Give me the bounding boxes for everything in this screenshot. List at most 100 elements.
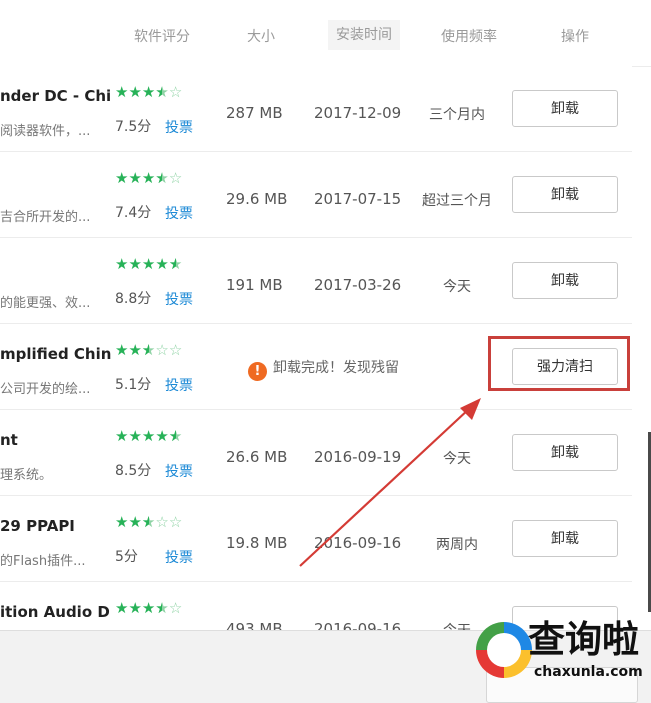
column-header-frequency[interactable]: 使用频率: [441, 26, 497, 46]
star-full-icon: ★: [128, 599, 142, 617]
star-empty-icon: ☆: [168, 169, 183, 187]
rating-score: 5分: [115, 549, 138, 565]
uninstall-button[interactable]: 卸载: [512, 520, 618, 557]
uninstall-status: ! 卸载完成！发现残留: [248, 357, 399, 381]
star-half-icon: ★: [155, 84, 168, 100]
star-empty-icon: ☆: [168, 341, 183, 359]
star-empty-icon: ☆: [155, 341, 169, 359]
vote-link[interactable]: 投票: [165, 289, 193, 309]
software-description: 理系统。: [0, 468, 53, 483]
rating-stars: ★★★★☆: [115, 170, 182, 186]
star-full-icon: ★: [115, 513, 129, 531]
rating-score: 5.1分: [115, 377, 152, 393]
watermark-brand: 查询啦: [528, 618, 639, 661]
star-full-icon: ★: [128, 513, 142, 531]
software-description: 阅读器软件，...: [0, 124, 91, 139]
star-full-icon: ★: [115, 341, 129, 359]
star-full-icon: ★: [128, 427, 142, 445]
column-header-size[interactable]: 大小: [247, 26, 275, 46]
star-full-icon: ★: [115, 427, 129, 445]
warning-icon: !: [248, 362, 267, 381]
star-empty-icon: ☆: [168, 83, 183, 101]
software-name: nt: [0, 431, 18, 449]
rating-stars: ★★★☆☆: [115, 342, 182, 358]
star-empty-icon: ☆: [168, 513, 183, 531]
rating-score: 7.4分: [115, 205, 152, 221]
table-row: nder DC - Chi 阅读器软件，... ★★★★☆ 7.5分 投票 28…: [0, 66, 632, 152]
software-description: 吉合所开发的...: [0, 210, 91, 225]
column-header-install-date[interactable]: 安装时间: [328, 20, 400, 50]
software-name: nder DC - Chi: [0, 87, 112, 105]
vote-link[interactable]: 投票: [165, 375, 193, 395]
vote-link[interactable]: 投票: [165, 203, 193, 223]
usage-frequency: 三个月内: [429, 107, 485, 123]
software-name: ition Audio D: [0, 603, 110, 621]
install-date: 2016-09-16: [314, 534, 402, 552]
uninstall-button[interactable]: 卸载: [512, 90, 618, 127]
software-size: 287 MB: [226, 104, 283, 122]
star-full-icon: ★: [141, 599, 156, 617]
star-full-icon: ★: [141, 255, 156, 273]
search-icon: [476, 622, 532, 678]
column-header-action: 操作: [561, 29, 589, 45]
rating-score: 8.5分: [115, 463, 152, 479]
software-size: 29.6 MB: [226, 190, 288, 208]
star-full-icon: ★: [155, 255, 169, 273]
usage-frequency: 今天: [443, 279, 471, 295]
rating-stars: ★★★★☆: [115, 84, 182, 100]
uninstall-button[interactable]: 卸载: [512, 176, 618, 213]
software-size: 19.8 MB: [226, 534, 288, 552]
watermark-logo: 查询啦 chaxunla.com: [470, 612, 651, 692]
star-full-icon: ★: [128, 341, 142, 359]
table-row: 吉合所开发的... ★★★★☆ 7.4分 投票 29.6 MB 2017-07-…: [0, 152, 632, 238]
uninstall-status-text: 卸载完成！发现残留: [273, 360, 399, 376]
usage-frequency: 两周内: [436, 537, 478, 553]
table-row: 29 PPAPI 的Flash插件... ★★★☆☆ 5分 投票 19.8 MB…: [0, 496, 632, 582]
star-full-icon: ★: [128, 169, 142, 187]
column-header-rating[interactable]: 软件评分: [134, 26, 190, 46]
rating-stars: ★★★★★: [115, 256, 182, 272]
install-date: 2016-09-19: [314, 448, 402, 466]
star-full-icon: ★: [128, 83, 142, 101]
software-name: 29 PPAPI: [0, 517, 75, 535]
star-half-icon: ★: [169, 428, 182, 444]
rating-stars: ★★★★☆: [115, 600, 182, 616]
watermark-url: chaxunla.com: [534, 664, 643, 680]
star-half-icon: ★: [169, 256, 182, 272]
software-description: 的能更强、效...: [0, 296, 91, 311]
rating-score: 8.8分: [115, 291, 152, 307]
vote-link[interactable]: 投票: [165, 117, 193, 137]
star-full-icon: ★: [141, 427, 156, 445]
star-half-icon: ★: [142, 342, 155, 358]
table-row: nt 理系统。 ★★★★★ 8.5分 投票 26.6 MB 2016-09-19…: [0, 410, 632, 496]
star-full-icon: ★: [115, 599, 129, 617]
rating-score: 7.5分: [115, 119, 152, 135]
highlight-box: [488, 336, 630, 391]
usage-frequency: 超过三个月: [422, 193, 492, 209]
star-empty-icon: ☆: [155, 513, 169, 531]
star-full-icon: ★: [115, 169, 129, 187]
uninstall-button[interactable]: 卸载: [512, 434, 618, 471]
star-full-icon: ★: [141, 83, 156, 101]
install-date: 2017-03-26: [314, 276, 402, 294]
software-description: 公司开发的绘...: [0, 382, 91, 397]
install-date: 2016-09-16: [314, 620, 402, 630]
install-date: 2017-12-09: [314, 104, 402, 122]
software-size: 26.6 MB: [226, 448, 288, 466]
software-size: 191 MB: [226, 276, 283, 294]
star-full-icon: ★: [155, 427, 169, 445]
star-empty-icon: ☆: [168, 599, 183, 617]
install-date: 2017-07-15: [314, 190, 402, 208]
star-full-icon: ★: [115, 83, 129, 101]
star-full-icon: ★: [141, 169, 156, 187]
star-half-icon: ★: [142, 514, 155, 530]
vote-link[interactable]: 投票: [165, 547, 193, 567]
rating-stars: ★★★☆☆: [115, 514, 182, 530]
vote-link[interactable]: 投票: [165, 461, 193, 481]
software-name: mplified Chin: [0, 345, 112, 363]
star-half-icon: ★: [155, 170, 168, 186]
uninstall-button[interactable]: 卸载: [512, 262, 618, 299]
usage-frequency: 今天: [443, 451, 471, 467]
star-half-icon: ★: [155, 600, 168, 616]
software-size: 493 MB: [226, 620, 283, 630]
